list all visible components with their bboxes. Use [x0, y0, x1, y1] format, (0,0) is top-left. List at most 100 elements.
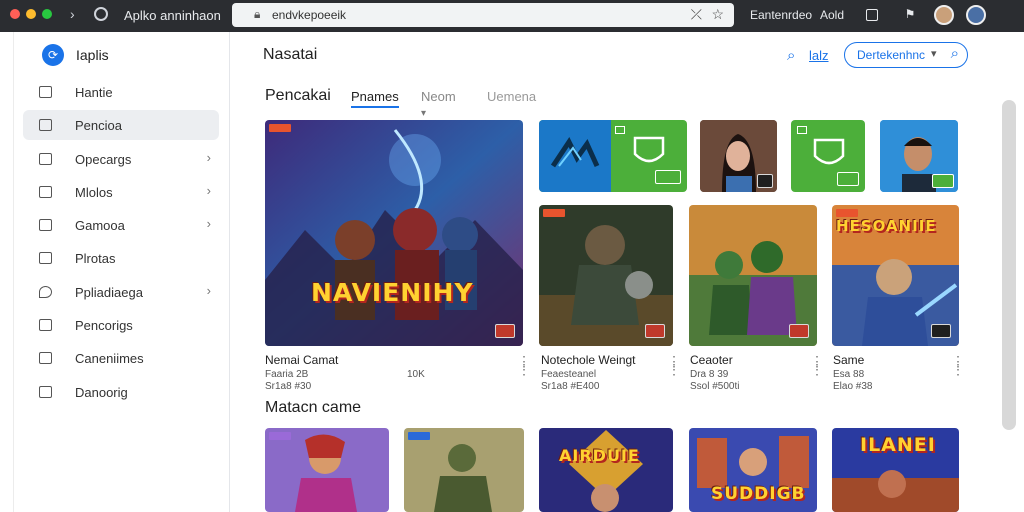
game-card-6[interactable]	[404, 428, 524, 512]
rating-badge	[789, 324, 809, 338]
sidebar-item-0[interactable]: Hantie	[23, 77, 219, 107]
lock-icon: 🔒︎	[254, 7, 261, 21]
game-card-4[interactable]: HESOANIIE	[832, 205, 959, 346]
tab-label: Neom	[421, 89, 456, 104]
game-genre: Feaesteanel	[541, 369, 597, 380]
clear-url-icon[interactable]: ⤫	[691, 6, 702, 23]
account-avatar[interactable]	[966, 5, 986, 25]
game-card-3[interactable]	[689, 205, 817, 346]
brand-name: Iaplis	[76, 47, 109, 63]
sidebar-item-2[interactable]: Opecargs ›	[23, 144, 219, 174]
sidebar-item-label: Gamooa	[75, 218, 125, 234]
sidebar-item-label: Pencorigs	[75, 318, 133, 334]
game-title[interactable]: Notechole Weingt	[541, 353, 636, 367]
more-options-icon[interactable]: ⋮ ⋮	[667, 354, 681, 376]
url-text[interactable]: endvkepoeeik	[272, 8, 346, 22]
sidebar-item-1[interactable]: Pencioa	[23, 110, 219, 141]
tab-pnames[interactable]: Pnames	[351, 89, 399, 108]
game-card-2[interactable]	[539, 205, 673, 346]
more-options-icon[interactable]: ⋮ ⋮	[810, 354, 824, 376]
game-artwork	[265, 428, 389, 512]
home-icon	[39, 86, 52, 98]
sidebar-item-3[interactable]: Mlolos ›	[23, 177, 219, 207]
game-card-7[interactable]: AIRDUIE	[539, 428, 673, 512]
chevron-right-icon: ›	[206, 182, 211, 198]
search-icon[interactable]: ⌕	[951, 45, 959, 62]
extension-label[interactable]: Eantenrdeo	[750, 8, 812, 22]
sidebar-nav: Hantie Pencioa Opecargs › Mlolos › Gamoo…	[23, 77, 219, 410]
game-card-5[interactable]	[265, 428, 389, 512]
sidebar-item-6[interactable]: Ppliadiaega ›	[23, 277, 219, 307]
chevron-down-icon[interactable]: ▾	[931, 47, 937, 60]
sidebar-item-label: Ppliadiaega	[75, 284, 143, 300]
sidebar-item-5[interactable]: Plrotas	[23, 243, 219, 273]
tab-neom[interactable]: Neom ▾	[421, 89, 456, 123]
more-options-icon[interactable]: ⋮ ⋮	[517, 354, 531, 376]
close-window-button[interactable]	[10, 9, 20, 19]
sidebar-item-label: Pencioa	[75, 118, 122, 134]
card-corner-badge	[408, 432, 430, 440]
rating-badge	[931, 324, 951, 338]
grid-icon	[39, 185, 52, 198]
sidebar-item-4[interactable]: Gamooa ›	[23, 210, 219, 240]
maximize-window-button[interactable]	[42, 9, 52, 19]
game-stats: Sr1a8 #30	[265, 381, 312, 392]
game-card-8[interactable]: SUDDIGB	[689, 428, 817, 512]
photo-icon	[39, 252, 52, 265]
search-label: Dertekenhnc	[857, 48, 926, 62]
sidebar-item-label: Opecargs	[75, 151, 132, 167]
game-artwork	[265, 120, 523, 346]
profile-avatar[interactable]	[934, 5, 954, 25]
header-link[interactable]: lalz	[809, 48, 829, 63]
more-options-icon[interactable]: ⋮ ⋮	[951, 354, 965, 376]
game-stats: Sr1a8 #E400	[541, 381, 600, 392]
game-logo-text: SUDDIGB	[711, 484, 806, 504]
extension-label-2[interactable]: Aold	[820, 8, 844, 22]
chevron-right-icon: ›	[206, 282, 211, 298]
search-input[interactable]: Dertekenhnc ▾ ⌕	[844, 42, 968, 68]
game-card-9[interactable]: ILANEI	[832, 428, 959, 512]
sidebar-item-9[interactable]: Danoorig	[23, 377, 219, 407]
game-logo-text: HESOANIIE	[836, 217, 937, 235]
game-genre: Faaria 2B	[265, 369, 309, 380]
sidebar-item-7[interactable]: Pencorigs	[23, 310, 219, 340]
tab-pencakai[interactable]: Pencakai	[265, 87, 331, 105]
app-logo-icon: ⟳	[42, 44, 64, 66]
browser-tab-title[interactable]: Aplko anninhaon	[124, 8, 221, 23]
brand[interactable]: ⟳ Iaplis	[42, 44, 109, 66]
sidebar-item-label: Danoorig	[75, 384, 128, 400]
sidebar-item-label: Mlolos	[75, 184, 113, 200]
forward-icon[interactable]: ›	[70, 6, 75, 22]
game-title[interactable]: Nemai Camat	[265, 353, 338, 367]
promo-tile-1[interactable]	[539, 120, 687, 192]
sidebar: ⟳ Iaplis Hantie Pencioa Opecargs › Mlolo…	[14, 32, 230, 512]
featured-game-card[interactable]: NAVIENIHY	[265, 120, 523, 346]
game-title[interactable]: Ceaoter	[690, 353, 733, 367]
sidebar-item-8[interactable]: Caneniimes	[23, 343, 219, 373]
mask-icon	[813, 138, 845, 165]
sidebar-item-label: Hantie	[75, 85, 113, 100]
game-genre: Esa 88	[833, 369, 865, 380]
game-title[interactable]: Same	[833, 353, 864, 367]
scrollbar-thumb[interactable]	[1002, 100, 1016, 430]
address-bar[interactable]: 🔒︎ endvkepoeeik ⤫ ☆	[232, 3, 734, 27]
bookmark-star-icon[interactable]: ☆	[711, 6, 724, 23]
game-logo-text: ILANEI	[860, 434, 936, 456]
tab-uemena[interactable]: Uemena	[487, 89, 536, 104]
scrollbar[interactable]	[1002, 32, 1024, 512]
minimize-window-button[interactable]	[26, 9, 36, 19]
sidebar-item-label: Caneniimes	[75, 351, 144, 367]
promo-tile-2[interactable]	[791, 120, 865, 192]
location-icon	[39, 285, 52, 298]
game-stats: Ssol #500ti	[690, 381, 740, 392]
tile-badge	[837, 172, 859, 186]
character-tile-1[interactable]	[700, 120, 777, 192]
tile-badge	[932, 174, 954, 188]
window-icon[interactable]	[866, 9, 878, 21]
character-tile-2[interactable]	[880, 120, 958, 192]
main-content: Nasatai ⌕ lalz Dertekenhnc ▾ ⌕ Pencakai …	[231, 32, 1001, 512]
search-icon[interactable]: ⌕	[787, 47, 795, 64]
game-logo-text: NAVIENIHY	[311, 278, 474, 307]
logo-mark-icon	[550, 137, 600, 168]
puzzle-icon[interactable]: ⚑	[902, 7, 918, 23]
